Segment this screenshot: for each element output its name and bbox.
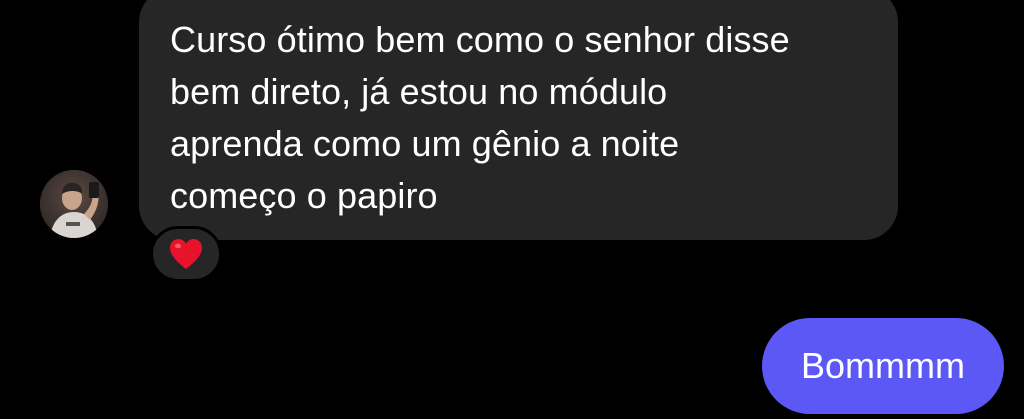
incoming-message-row: Curso ótimo bem como o senhor disse bem … — [0, 0, 1024, 300]
incoming-message-text: Curso ótimo bem como o senhor disse bem … — [170, 19, 790, 216]
red-heart-icon — [170, 239, 202, 269]
outgoing-message-bubble[interactable]: Bommmm — [762, 318, 1004, 414]
sender-avatar[interactable] — [40, 170, 108, 238]
avatar-photo — [40, 170, 108, 238]
outgoing-message-text: Bommmm — [801, 345, 965, 386]
heart-reaction[interactable] — [150, 226, 222, 282]
incoming-message-bubble[interactable]: Curso ótimo bem como o senhor disse bem … — [139, 0, 898, 240]
chat-thread: Curso ótimo bem como o senhor disse bem … — [0, 0, 1024, 419]
